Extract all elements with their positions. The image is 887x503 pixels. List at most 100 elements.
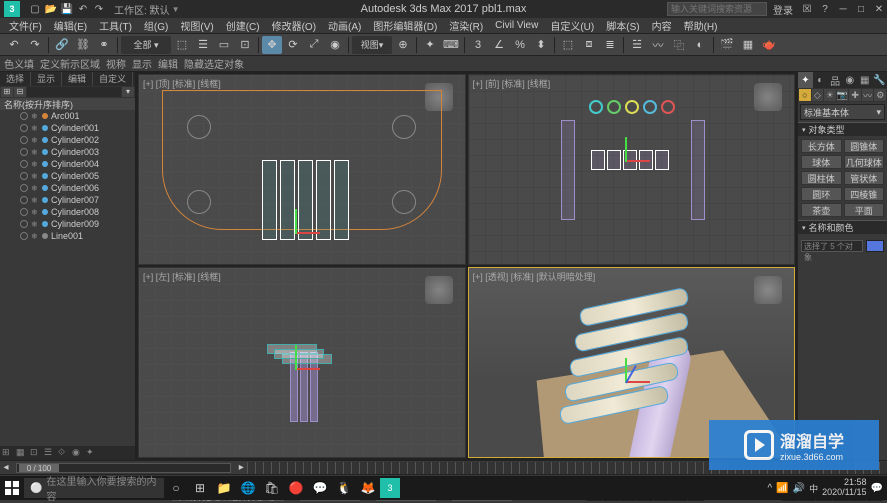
render-setup-button[interactable]: 🎬 [717, 36, 737, 54]
ribbon-item[interactable]: 定义新示区域 [40, 56, 100, 71]
freeze-icon[interactable]: ❄ [31, 232, 39, 241]
geometry-tab[interactable]: ○ [799, 89, 811, 101]
geosphere-button[interactable]: 几何球体 [844, 155, 885, 169]
scene-item[interactable]: ❄ Cylinder001 [0, 122, 135, 134]
menu-animation[interactable]: 动画(A) [323, 18, 366, 33]
explorer-icon[interactable]: 📁 [212, 476, 236, 500]
scene-item[interactable]: ❄ Cylinder003 [0, 146, 135, 158]
percent-snap-button[interactable]: % [510, 36, 530, 54]
move-gizmo[interactable] [625, 353, 655, 383]
menu-tools[interactable]: 工具(T) [94, 18, 137, 33]
scene-item[interactable]: ❄ Cylinder005 [0, 170, 135, 182]
cameras-tab[interactable]: 📷 [837, 89, 849, 101]
mirror-button[interactable]: ⧈ [579, 36, 599, 54]
viewport-label[interactable]: [+] [顶] [标准] [线框] [143, 77, 221, 90]
filter-icon[interactable]: ▾ [122, 87, 134, 97]
category-dropdown[interactable]: 标准基本体▾ [800, 104, 885, 120]
frame-slider[interactable]: 0 / 100 [16, 463, 231, 473]
object-name-field[interactable]: 选择了 5 个对象 [801, 240, 863, 252]
new-icon[interactable]: ▢ [28, 2, 42, 16]
rollout-name-color[interactable]: 名称和颜色 [798, 220, 887, 234]
taskview-icon[interactable]: ⊞ [188, 476, 212, 500]
tool-icon[interactable]: ⊡ [30, 447, 42, 459]
signin-label[interactable]: 登录 [769, 2, 797, 16]
create-tab[interactable]: ✦ [798, 72, 813, 88]
freeze-icon[interactable]: ❄ [31, 208, 39, 217]
layers-button[interactable]: ☱ [627, 36, 647, 54]
material-editor-button[interactable]: ◐ [690, 36, 710, 54]
unlink-button[interactable]: ⛓ [73, 36, 93, 54]
edge-icon[interactable]: 🌐 [236, 476, 260, 500]
utilities-tab[interactable]: 🔧 [872, 72, 887, 88]
taskbar-search[interactable]: ⚪ 在这里输入你要搜索的内容 [24, 478, 164, 498]
scene-item[interactable]: ❄ Cylinder002 [0, 134, 135, 146]
expand-icon[interactable]: ⊞ [1, 87, 13, 97]
visibility-icon[interactable] [20, 208, 28, 216]
app-icon[interactable]: 3 [4, 1, 20, 17]
freeze-icon[interactable]: ❄ [31, 124, 39, 133]
chevron-down-icon[interactable]: ▼ [172, 5, 180, 14]
clock[interactable]: 21:58 2020/11/15 [822, 478, 866, 498]
scene-item[interactable]: ❄ Cylinder009 [0, 218, 135, 230]
angle-snap-button[interactable]: ∠ [489, 36, 509, 54]
scene-header[interactable]: 名称(按升序排序) [0, 98, 135, 110]
render-frame-button[interactable]: ▦ [738, 36, 758, 54]
tab-edit[interactable]: 编辑 [62, 72, 93, 86]
visibility-icon[interactable] [20, 196, 28, 204]
tube-button[interactable]: 管状体 [844, 171, 885, 185]
tool-icon[interactable]: ◉ [72, 447, 84, 459]
store-icon[interactable]: 🛍 [260, 476, 284, 500]
menu-group[interactable]: 组(G) [139, 18, 173, 33]
visibility-icon[interactable] [20, 184, 28, 192]
cone-button[interactable]: 圆锥体 [844, 139, 885, 153]
next-key-icon[interactable]: ▸ [235, 462, 247, 473]
scene-search[interactable] [27, 87, 121, 97]
visibility-icon[interactable] [20, 232, 28, 240]
menu-content[interactable]: 内容 [647, 18, 677, 33]
wechat-icon[interactable]: 💬 [308, 476, 332, 500]
visibility-icon[interactable] [20, 148, 28, 156]
tool-icon[interactable]: ⟐ [58, 447, 70, 459]
redo-icon[interactable]: ↷ [92, 2, 106, 16]
tool-icon[interactable]: ⊞ [2, 447, 14, 459]
freeze-icon[interactable]: ❄ [31, 112, 39, 121]
torus-button[interactable]: 圆环 [801, 187, 842, 201]
network-icon[interactable]: 📶 [776, 483, 788, 494]
window-crossing-button[interactable]: ⊡ [235, 36, 255, 54]
render-button[interactable]: 🫖 [759, 36, 779, 54]
pyramid-button[interactable]: 四棱锥 [844, 187, 885, 201]
freeze-icon[interactable]: ❄ [31, 136, 39, 145]
open-icon[interactable]: 📂 [44, 2, 58, 16]
hierarchy-tab[interactable]: 品 [828, 72, 843, 88]
scene-item[interactable]: ❄ Arc001 [0, 110, 135, 122]
undo-button[interactable]: ↶ [4, 36, 24, 54]
volume-icon[interactable]: 🔊 [793, 483, 805, 494]
tool-icon[interactable]: ☰ [44, 447, 56, 459]
menu-create[interactable]: 创建(C) [221, 18, 265, 33]
keyboard-button[interactable]: ⌨ [441, 36, 461, 54]
redo-button[interactable]: ↷ [25, 36, 45, 54]
display-tab[interactable]: ▦ [857, 72, 872, 88]
refcoord-dropdown[interactable]: 视图▾ [352, 36, 392, 54]
freeze-icon[interactable]: ❄ [31, 160, 39, 169]
notifications-icon[interactable]: 💬 [871, 483, 883, 494]
help-icon[interactable]: ? [817, 2, 833, 16]
prev-key-icon[interactable]: ◂ [0, 462, 12, 473]
close-button[interactable]: ✕ [871, 2, 887, 16]
scene-item[interactable]: ❄ Cylinder004 [0, 158, 135, 170]
manipulate-button[interactable]: ✦ [420, 36, 440, 54]
menu-grapheditors[interactable]: 图形编辑器(D) [368, 18, 442, 33]
select-filter[interactable]: 全部 ▾ [121, 36, 171, 54]
helpers-tab[interactable]: ✚ [849, 89, 861, 101]
lights-tab[interactable]: ☀ [824, 89, 836, 101]
sphere-button[interactable]: 球体 [801, 155, 842, 169]
move-gizmo[interactable] [625, 132, 655, 162]
freeze-icon[interactable]: ❄ [31, 196, 39, 205]
menu-modifiers[interactable]: 修改器(O) [267, 18, 321, 33]
tool-icon[interactable]: ▦ [16, 447, 28, 459]
plane-button[interactable]: 平面 [844, 203, 885, 217]
rollout-object-type[interactable]: 对象类型 [798, 122, 887, 136]
freeze-icon[interactable]: ❄ [31, 148, 39, 157]
spacewarps-tab[interactable]: 〰 [862, 89, 874, 101]
bind-button[interactable]: ⚭ [94, 36, 114, 54]
